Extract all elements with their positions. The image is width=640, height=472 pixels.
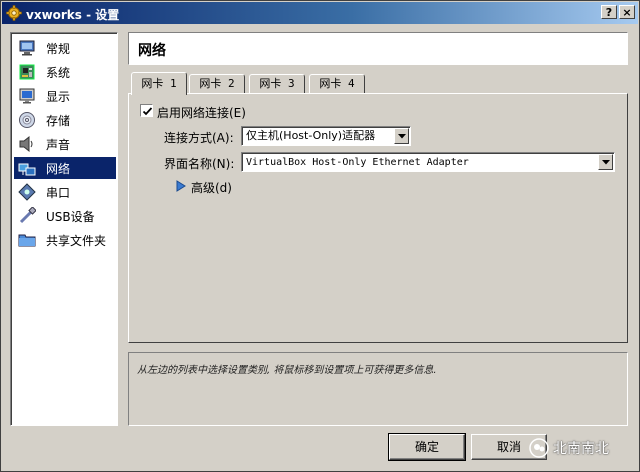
tab-adapter-3[interactable]: 网卡 3 [249,74,305,94]
watermark: 北南南北 [529,437,609,459]
enable-network-checkbox[interactable] [140,104,153,117]
sidebar-item-network[interactable]: 网络 [14,157,116,179]
network-icon [18,159,36,177]
gear-icon [6,5,22,21]
title-bar[interactable]: vxworks - 设置 ? × [2,2,638,24]
monitor-icon [18,39,36,57]
sidebar-item-label: 声音 [46,137,71,152]
chevron-down-icon[interactable] [394,128,409,144]
expand-arrow-icon[interactable] [176,180,186,192]
chevron-down-icon[interactable] [598,154,613,170]
sidebar-item-label: 常规 [46,41,71,56]
interface-name-select[interactable]: VirtualBox Host-Only Ethernet Adapter [241,152,615,172]
interface-name-label: 界面名称(N): [164,157,235,171]
help-info-box: 从左边的列表中选择设置类别, 将鼠标移到设置项上可获得更多信息. [128,352,628,426]
sidebar-item-label: 存储 [46,113,71,128]
sidebar-item-label: 共享文件夹 [46,233,107,248]
tab-adapter-1[interactable]: 网卡 1 [131,72,187,95]
attach-type-value: 仅主机(Host-Only)适配器 [246,129,376,142]
sidebar-item-general[interactable]: 常规 [14,37,116,59]
interface-name-value: VirtualBox Host-Only Ethernet Adapter [246,157,469,168]
usb-icon [18,207,36,225]
settings-category-list[interactable]: 常规 系统 显示 存储 声音 网络 串口 USB设备 共享文件夹 [10,32,118,426]
checkmark-icon [142,107,153,116]
enable-network-label[interactable]: 启用网络连接(E) [157,104,246,121]
folder-icon [18,231,36,249]
tab-adapter-2[interactable]: 网卡 2 [189,74,245,94]
ok-button[interactable]: 确定 [388,433,466,461]
display-icon [18,87,36,105]
sidebar-item-shared-folders[interactable]: 共享文件夹 [14,229,116,251]
sidebar-item-usb[interactable]: USB设备 [14,205,116,227]
close-button[interactable]: × [619,5,635,19]
disc-icon [18,111,36,129]
tab-adapter-4[interactable]: 网卡 4 [309,74,365,94]
sidebar-item-serial[interactable]: 串口 [14,181,116,203]
settings-window: vxworks - 设置 ? × 常规 系统 显示 存储 声音 网络 串口 US… [0,0,640,472]
wechat-logo-icon [529,438,549,458]
help-button[interactable]: ? [601,5,617,19]
speaker-icon [18,135,36,153]
motherboard-icon [18,63,36,81]
page-title: 网络 [128,32,628,65]
attach-type-select[interactable]: 仅主机(Host-Only)适配器 [241,126,411,146]
serial-port-icon [18,183,36,201]
sidebar-item-display[interactable]: 显示 [14,85,116,107]
sidebar-item-label: 系统 [46,65,71,80]
sidebar-item-audio[interactable]: 声音 [14,133,116,155]
sidebar-item-storage[interactable]: 存储 [14,109,116,131]
sidebar-item-label: 串口 [46,185,71,200]
sidebar-item-label: 网络 [46,161,71,176]
window-title: vxworks - 设置 [26,8,120,22]
sidebar-item-label: 显示 [46,89,71,104]
sidebar-item-system[interactable]: 系统 [14,61,116,83]
watermark-text: 北南南北 [553,441,609,457]
advanced-toggle-label[interactable]: 高级(d) [191,179,232,196]
sidebar-item-label: USB设备 [46,209,95,224]
attach-type-label: 连接方式(A): [164,131,234,145]
